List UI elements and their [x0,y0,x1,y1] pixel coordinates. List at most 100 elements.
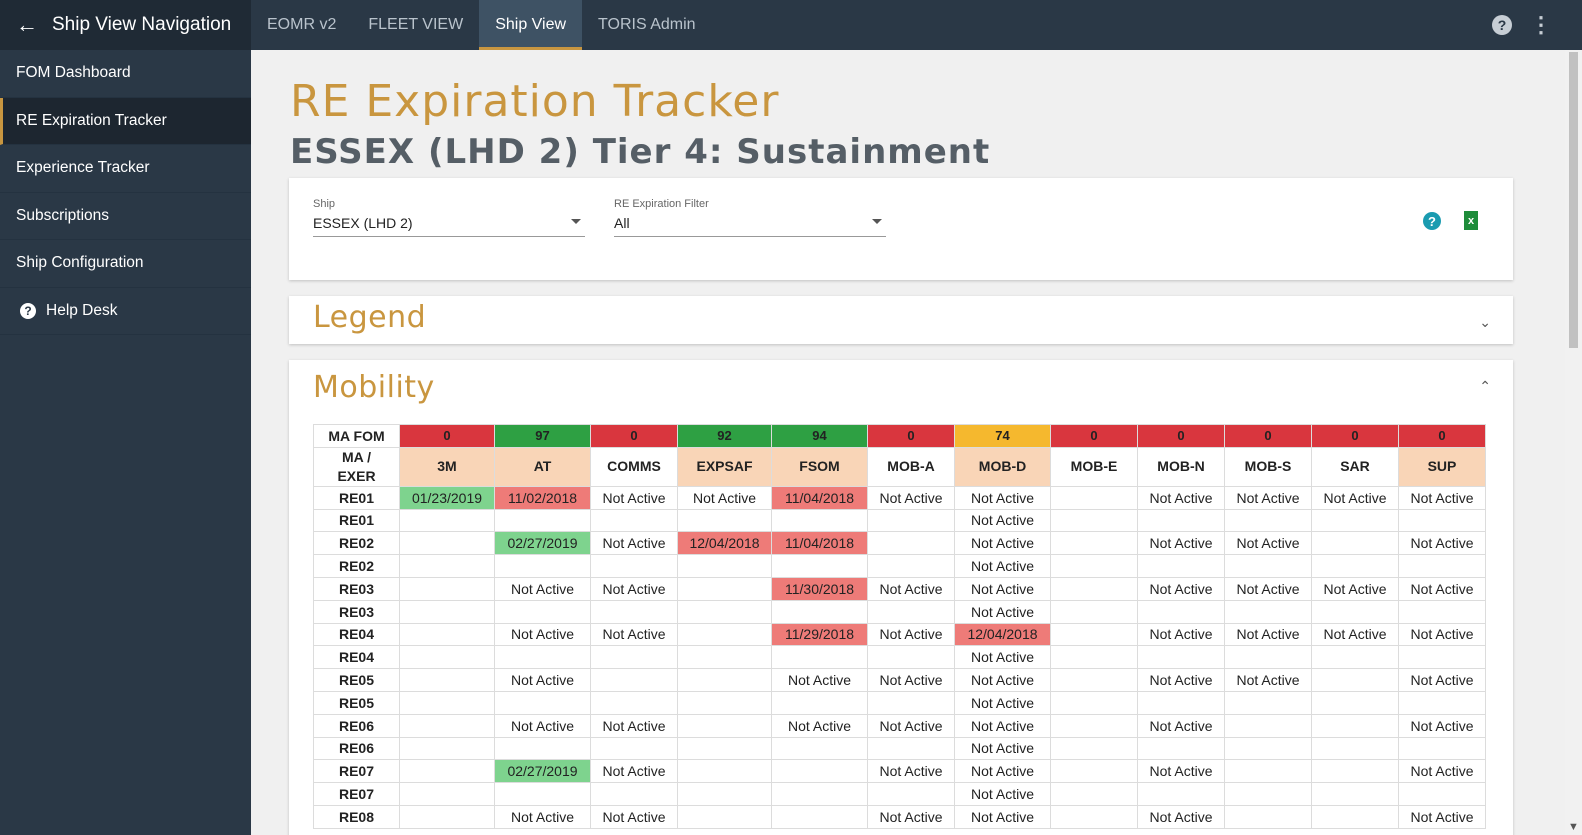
table-cell: Not Active [867,713,955,738]
row-label: RE02 [313,554,400,578]
table-cell [771,599,868,624]
tab-toris-admin[interactable]: TORIS Admin [582,0,712,50]
tab-label: TORIS Admin [598,16,696,33]
table-cell [1137,554,1225,578]
table-cell: 12/04/2018 [954,622,1051,647]
column-header[interactable]: MOB-E [1050,446,1138,487]
table-cell: Not Active [677,485,772,510]
column-header[interactable]: MOB-D [954,446,1051,487]
table-cell [1224,690,1312,715]
column-header[interactable]: SUP [1398,446,1486,487]
chevron-up-icon[interactable]: ⌃ [1479,378,1491,395]
table-cell: Not Active [1224,531,1312,556]
table-cell: Not Active [1398,576,1486,601]
row-label: RE08 [313,804,400,829]
re-expiration-filter-select[interactable]: RE Expiration Filter All [614,198,886,237]
table-row: RE06 Not Active [313,736,1486,761]
table-cell: Not Active [954,713,1051,738]
more-vert-icon[interactable]: ⋮ [1530,14,1552,36]
table-cell [590,599,678,624]
fom-score-cell: 94 [771,424,868,448]
table-cell [1311,508,1399,533]
table-cell [771,736,868,761]
top-navigation-bar: EOMR v2 FLEET VIEW Ship View TORIS Admin… [251,0,1582,50]
sidebar-item-label: FOM Dashboard [16,64,131,82]
fom-score-row: MA FOM 0 97 0 92 94 0 74 0 0 0 0 0 [313,424,1486,448]
table-cell [590,736,678,761]
table-cell: Not Active [1398,668,1486,692]
vertical-scrollbar[interactable]: ▼ [1565,50,1582,835]
row-label: RE03 [313,599,400,624]
column-header[interactable]: 3M [399,446,495,487]
table-cell [1050,485,1138,510]
table-cell [1224,759,1312,784]
table-cell [771,508,868,533]
sidebar-item-ship-configuration[interactable]: Ship Configuration [0,240,251,288]
table-cell [1311,713,1399,738]
column-header[interactable]: MOB-S [1224,446,1312,487]
table-cell [1137,782,1225,806]
column-header[interactable]: FSOM [771,446,868,487]
chevron-down-icon[interactable]: ⌄ [1479,314,1491,331]
tab-eomr-v2[interactable]: EOMR v2 [251,0,352,50]
column-header[interactable]: MOB-N [1137,446,1225,487]
table-cell: Not Active [867,668,955,692]
tab-fleet-view[interactable]: FLEET VIEW [352,0,479,50]
table-cell: Not Active [954,576,1051,601]
fom-score-cell: 97 [494,424,591,448]
fom-score-cell: 0 [1050,424,1138,448]
sidebar-item-help-desk[interactable]: ? Help Desk [0,288,251,335]
scroll-down-arrow-icon[interactable]: ▼ [1568,821,1579,833]
table-cell [399,554,495,578]
column-header[interactable]: COMMS [590,446,678,487]
tab-ship-view[interactable]: Ship View [479,0,583,50]
scrollbar-thumb[interactable] [1569,52,1578,348]
table-cell: Not Active [954,599,1051,624]
table-cell: Not Active [494,713,591,738]
table-cell [1050,531,1138,556]
column-header[interactable]: EXPSAF [677,446,772,487]
fom-score-cell: 0 [590,424,678,448]
column-header[interactable]: MOB-A [867,446,955,487]
table-cell [399,690,495,715]
table-cell: 01/23/2019 [399,485,495,510]
table-cell [399,645,495,670]
column-header[interactable]: SAR [1311,446,1399,487]
excel-icon[interactable]: x [1464,211,1478,230]
table-cell: Not Active [1137,531,1225,556]
sidebar-item-experience-tracker[interactable]: Experience Tracker [0,145,251,193]
table-cell [1050,576,1138,601]
help-icon[interactable]: ? [1492,15,1512,35]
table-cell: Not Active [1224,668,1312,692]
sidebar-item-subscriptions[interactable]: Subscriptions [0,193,251,240]
sidebar-item-fom-dashboard[interactable]: FOM Dashboard [0,50,251,98]
help-icon[interactable]: ? [1423,212,1441,230]
re-expiration-filter-value[interactable]: All [614,215,886,237]
sidebar-item-re-expiration-tracker[interactable]: RE Expiration Tracker [0,97,251,145]
row-label: RE01 [313,508,400,533]
row-label: RE06 [313,736,400,761]
table-cell [590,782,678,806]
table-cell: Not Active [590,531,678,556]
column-header-row: MA / EXER 3M AT COMMS EXPSAF FSOM MOB-A MOB-D MOB… [313,446,1486,487]
sidebar-title: Ship View Navigation [52,14,232,35]
ship-select-value[interactable]: ESSEX (LHD 2) [313,215,585,237]
table-cell [1311,804,1399,829]
table-cell: 11/30/2018 [771,576,868,601]
table-cell [1050,759,1138,784]
table-cell [399,668,495,692]
ship-select[interactable]: Ship ESSEX (LHD 2) [313,198,585,237]
table-cell [867,782,955,806]
legend-panel[interactable]: Legend ⌄ [289,296,1513,344]
table-cell [1050,713,1138,738]
table-cell [399,599,495,624]
table-cell [1398,736,1486,761]
column-header[interactable]: AT [494,446,591,487]
table-cell [867,508,955,533]
table-cell: Not Active [954,508,1051,533]
page-title: RE Expiration Tracker [290,76,780,127]
mobility-title: Mobility [313,370,435,405]
back-arrow-icon[interactable]: ← [16,14,38,36]
table-cell [771,804,868,829]
sidebar-item-label: Experience Tracker [16,159,150,177]
